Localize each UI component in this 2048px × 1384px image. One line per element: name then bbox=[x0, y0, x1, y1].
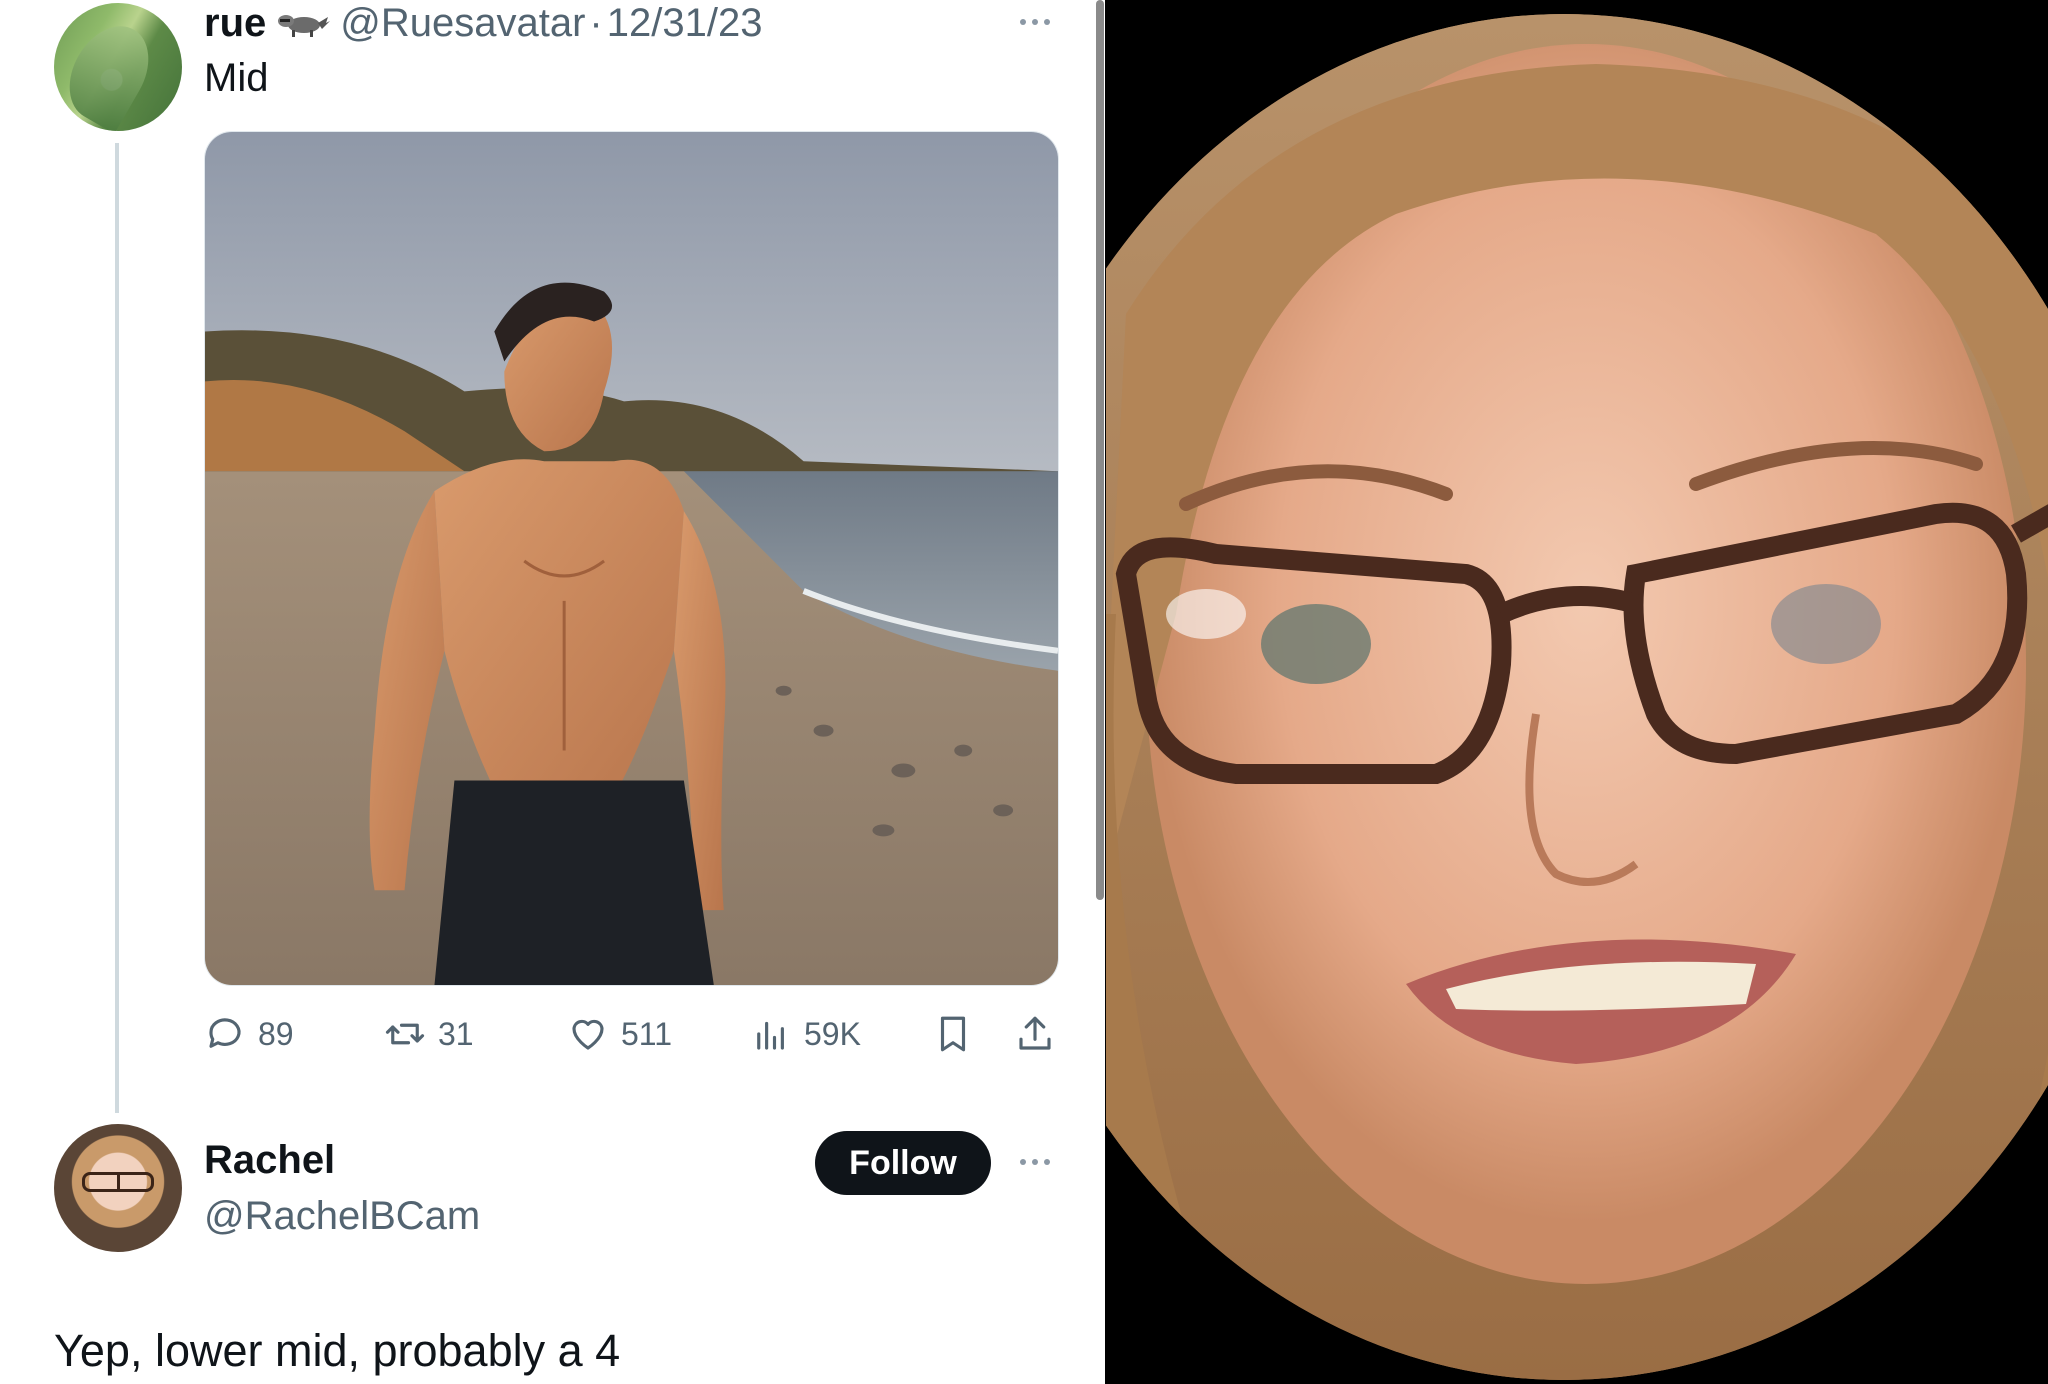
face-illustration bbox=[1106, 14, 2048, 1380]
rachel-avatar[interactable] bbox=[54, 1124, 182, 1252]
reply-count: 89 bbox=[258, 1015, 294, 1052]
follow-button[interactable]: Follow bbox=[815, 1131, 991, 1195]
scrollbar[interactable] bbox=[1096, 0, 1104, 900]
profile-photo-panel bbox=[1106, 0, 2048, 1384]
reply-more-options-icon[interactable] bbox=[1012, 1152, 1058, 1172]
reply-icon bbox=[209, 1018, 241, 1048]
reply-text: Yep, lower mid, probably a 4 bbox=[54, 1325, 621, 1376]
thread-connector-line bbox=[115, 143, 119, 1113]
tweet-date[interactable]: 12/31/23 bbox=[607, 1, 763, 46]
like-count: 511 bbox=[621, 1015, 673, 1052]
reply-author-handle[interactable]: @RachelBCam bbox=[204, 1194, 480, 1239]
repost-count: 31 bbox=[438, 1015, 474, 1052]
tweet-author-name[interactable]: rue bbox=[204, 1, 266, 46]
bookmark-icon bbox=[940, 1016, 966, 1052]
repost-icon bbox=[385, 1023, 425, 1045]
beach-photo-illustration bbox=[205, 132, 1058, 985]
share-icon bbox=[1019, 1016, 1051, 1050]
tweet-more-options-icon[interactable] bbox=[1012, 12, 1058, 32]
bookmark-action[interactable] bbox=[932, 1012, 974, 1056]
circular-profile-photo bbox=[1106, 14, 2048, 1380]
tweet-author-handle[interactable]: @Ruesavatar bbox=[340, 1, 585, 46]
bar-chart-icon bbox=[757, 1021, 784, 1050]
views-count: 59K bbox=[804, 1015, 861, 1052]
repost-action[interactable]: 31 bbox=[384, 1012, 474, 1056]
like-action[interactable]: 511 bbox=[567, 1012, 672, 1056]
glasses-graphic bbox=[82, 1172, 154, 1192]
rue-avatar[interactable] bbox=[54, 3, 182, 131]
tweet-text: Mid bbox=[204, 56, 269, 100]
tweet-thread-panel: rue @Ruesavatar · 12/31/23 Mid 89 31 511… bbox=[0, 0, 1105, 1384]
raccoon-icon bbox=[278, 15, 331, 37]
header-separator: · bbox=[589, 0, 603, 45]
tweet-media-photo[interactable] bbox=[204, 131, 1059, 986]
views-action[interactable]: 59K bbox=[750, 1012, 861, 1056]
tweet-header: rue @Ruesavatar · 12/31/23 bbox=[204, 0, 762, 46]
reply-author-name[interactable]: Rachel bbox=[204, 1138, 335, 1183]
reply-action[interactable]: 89 bbox=[204, 1012, 294, 1056]
share-action[interactable] bbox=[1014, 1012, 1056, 1056]
leaf-graphic bbox=[54, 12, 165, 131]
heart-icon bbox=[572, 1019, 604, 1050]
